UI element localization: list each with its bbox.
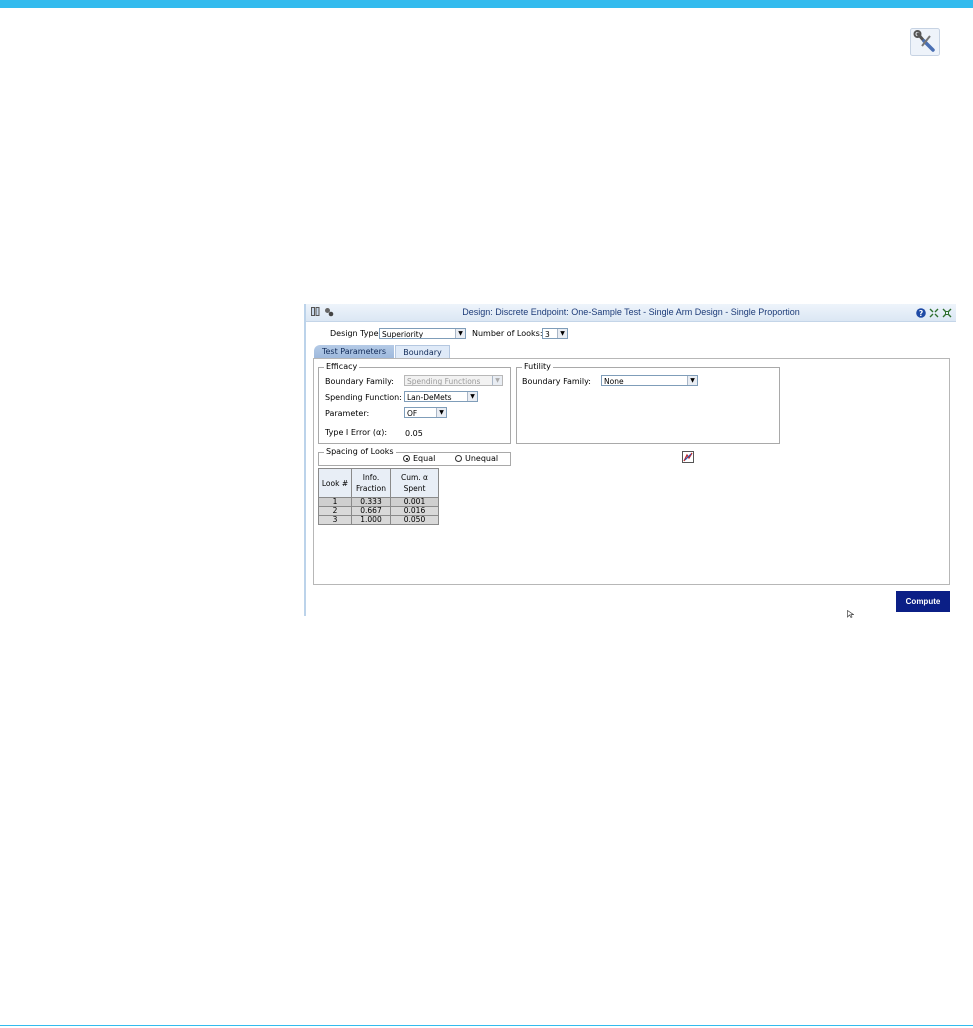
type1-error-label: Type I Error (α):: [325, 428, 388, 437]
futility-boundary-family-value: None: [604, 377, 624, 386]
window-titlebar: Design: Discrete Endpoint: One-Sample Te…: [306, 304, 956, 322]
chevron-down-icon: ▼: [557, 329, 567, 338]
looks-table-header: Look # Info. Fraction Cum. α Spent: [318, 468, 439, 498]
efficacy-boundary-family-select[interactable]: Spending Functions ▼: [404, 375, 503, 386]
unequal-radio-label: Unequal: [465, 454, 499, 463]
efficacy-boundary-family-value: Spending Functions: [407, 377, 481, 386]
table-row: 3 1.000 0.050: [318, 515, 439, 525]
looks-table: Look # Info. Fraction Cum. α Spent 1 0.333…: [318, 468, 439, 525]
futility-legend: Futility: [522, 362, 553, 371]
parameter-value: OF: [407, 409, 418, 418]
tab-boundary[interactable]: Boundary: [395, 345, 450, 359]
spending-function-value: Lan-DeMets: [407, 393, 452, 402]
equal-radio[interactable]: [403, 455, 410, 462]
header-look-number: Look #: [318, 468, 352, 498]
expand-icon[interactable]: [942, 308, 952, 318]
design-type-select[interactable]: Superiority ▼: [379, 328, 466, 339]
spacing-of-looks-legend: Spacing of Looks: [324, 447, 396, 456]
design-type-label: Design Type:: [330, 329, 382, 338]
header-cum-alpha-spent: Cum. α Spent: [390, 468, 439, 498]
efficacy-boundary-family-label: Boundary Family:: [325, 377, 394, 386]
help-icon[interactable]: ?: [916, 308, 926, 318]
window-title: Design: Discrete Endpoint: One-Sample Te…: [462, 307, 800, 317]
tools-icon[interactable]: [910, 28, 940, 56]
futility-boundary-family-select[interactable]: None ▼: [601, 375, 698, 386]
compute-button[interactable]: Compute: [896, 591, 950, 612]
tab-test-parameters[interactable]: Test Parameters: [314, 345, 394, 359]
chevron-down-icon: ▼: [467, 392, 477, 401]
window-left-edge: [304, 304, 306, 616]
number-of-looks-label: Number of Looks:: [472, 329, 543, 338]
header-info-fraction: Info. Fraction: [351, 468, 391, 498]
mouse-cursor-icon: [847, 610, 854, 618]
info-fraction-cell: 1.000: [351, 515, 391, 525]
top-accent-bar: [0, 0, 973, 8]
equal-radio-label: Equal: [413, 454, 436, 463]
svg-text:?: ?: [919, 309, 923, 318]
look-number-cell: 3: [318, 515, 352, 525]
futility-boundary-family-label: Boundary Family:: [522, 377, 591, 386]
unequal-radio[interactable]: [455, 455, 462, 462]
chevron-down-icon: ▼: [492, 376, 502, 385]
efficacy-legend: Efficacy: [324, 362, 360, 371]
chevron-down-icon: ▼: [687, 376, 697, 385]
number-of-looks-select[interactable]: 3 ▼: [542, 328, 568, 339]
spending-function-select[interactable]: Lan-DeMets ▼: [404, 391, 478, 402]
chevron-down-icon: ▼: [455, 329, 465, 338]
bottom-accent-line: [0, 1025, 973, 1026]
type1-error-value: 0.05: [405, 429, 423, 438]
parameter-label: Parameter:: [325, 409, 370, 418]
cum-alpha-cell: 0.050: [390, 515, 439, 525]
chevron-down-icon: ▼: [436, 408, 446, 417]
collapse-icon[interactable]: [929, 308, 939, 318]
number-of-looks-value: 3: [545, 330, 550, 339]
parameter-select[interactable]: OF ▼: [404, 407, 447, 418]
design-type-value: Superiority: [382, 330, 424, 339]
chart-edit-icon[interactable]: [682, 451, 694, 463]
spending-function-label: Spending Function:: [325, 393, 402, 402]
